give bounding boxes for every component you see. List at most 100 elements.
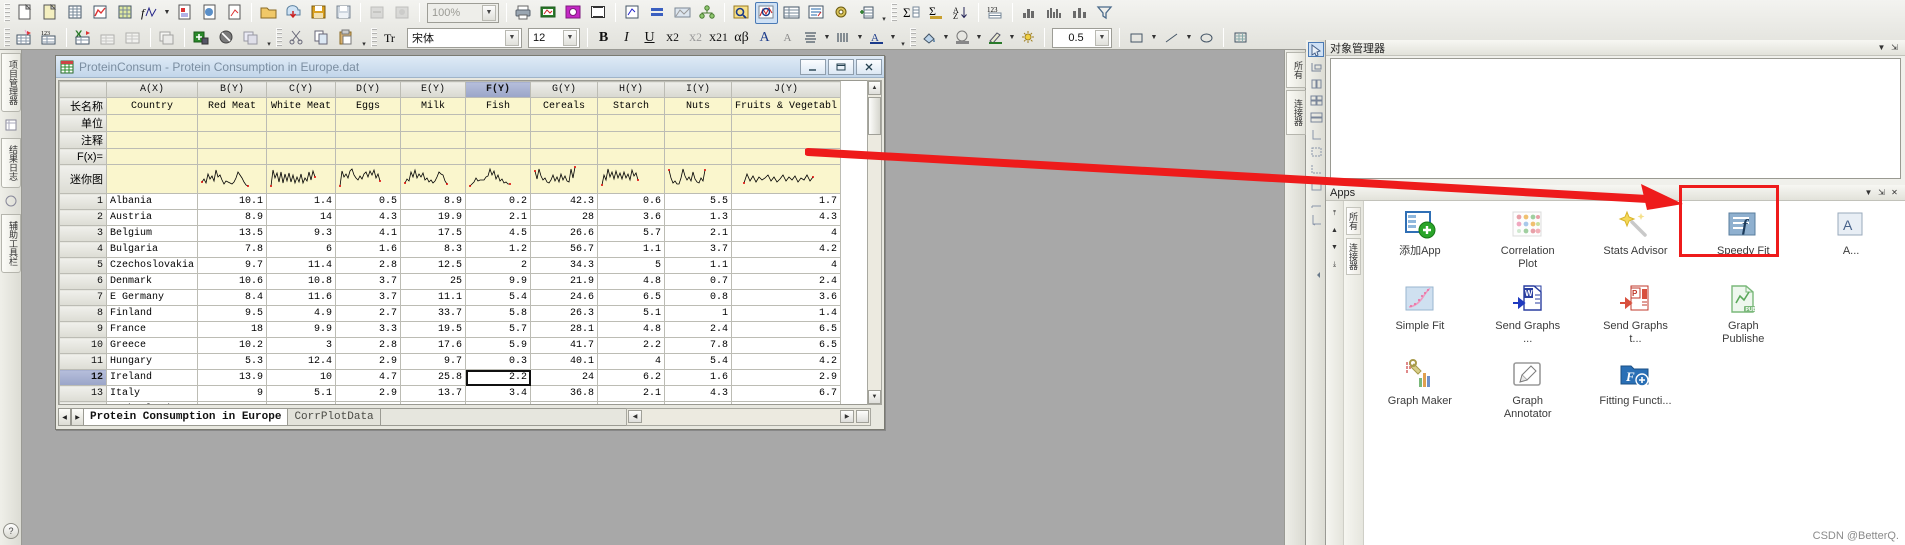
cell-c[interactable]: 11.4 [266, 257, 337, 274]
cell-j[interactable]: 1.7 [731, 193, 842, 210]
new-notes-icon[interactable] [173, 2, 196, 24]
cell-g[interactable]: 28.1 [530, 321, 599, 338]
cell-b[interactable]: 10.1 [197, 193, 268, 210]
column-header-a[interactable]: A(X) [105, 81, 199, 98]
cell-g[interactable]: 28 [530, 209, 599, 226]
cell-h[interactable]: 4 [597, 353, 666, 370]
cell-b[interactable]: 13.5 [197, 225, 268, 242]
cell-j[interactable]: 6.7 [731, 385, 842, 402]
pen-button[interactable] [985, 27, 1006, 48]
units-g[interactable] [530, 114, 599, 132]
grid-tool-icon[interactable] [1229, 27, 1252, 49]
cell-c[interactable]: 3 [266, 337, 337, 354]
row-header[interactable]: 4 [59, 241, 107, 258]
row-header[interactable]: 2 [59, 209, 107, 226]
cell-i[interactable]: 3.7 [664, 241, 733, 258]
pin-icon[interactable]: ⇲ [1888, 41, 1901, 54]
formula-g[interactable] [530, 148, 599, 165]
cell-h[interactable]: 5.7 [597, 225, 666, 242]
new-layout-icon[interactable] [223, 2, 246, 24]
cell-e[interactable]: 33.7 [400, 305, 467, 322]
add-layer-icon[interactable] [855, 2, 878, 24]
app-item-app[interactable]: 添加App [1366, 205, 1474, 280]
sum-icon[interactable]: Σ [900, 2, 923, 24]
data-reader-icon[interactable] [755, 1, 778, 24]
toolbar-overflow-icon[interactable]: ▾ [359, 27, 369, 48]
toolbar-overflow-icon[interactable]: ▾ [264, 27, 274, 48]
cell-f[interactable]: 3.4 [465, 385, 532, 402]
import-wizard-icon[interactable] [366, 2, 389, 24]
sidebar-item-aux-toolbar[interactable]: 辅助工具栏 [1, 214, 21, 273]
cell-g[interactable]: 41.7 [530, 337, 599, 354]
normalize-icon[interactable]: 123 [984, 2, 1007, 24]
long-name-e[interactable]: Milk [400, 97, 467, 115]
long-name-b[interactable]: Red Meat [197, 97, 268, 115]
extract-icon[interactable] [671, 2, 694, 24]
long-name-f[interactable]: Fish [465, 97, 532, 115]
cell-country[interactable]: E Germany [105, 289, 199, 306]
cell-f[interactable]: 5.9 [465, 337, 532, 354]
cell-d[interactable]: 2.8 [335, 257, 402, 274]
expand-strip-icon[interactable] [1308, 267, 1324, 282]
chevron-down-icon[interactable]: ▼ [1184, 28, 1194, 48]
insert-row-icon[interactable] [97, 27, 120, 49]
cell-e[interactable]: 17.6 [400, 337, 467, 354]
app-item-send-graphs-t[interactable]: P Send Graphs t... [1582, 280, 1690, 355]
layer-align-icon[interactable] [1308, 76, 1324, 91]
cell-i[interactable]: 2.1 [664, 225, 733, 242]
line-tool-icon[interactable] [1160, 27, 1183, 49]
cell-b[interactable]: 10.6 [197, 273, 268, 290]
column-header-f[interactable]: F(Y) [465, 81, 532, 98]
row-header[interactable]: 11 [59, 353, 107, 370]
formula-d[interactable] [335, 148, 402, 165]
units-h[interactable] [597, 114, 666, 132]
print-preview-icon[interactable] [537, 2, 560, 24]
chevron-down-icon[interactable]: ▼ [563, 29, 577, 46]
cell-d[interactable]: 0.5 [335, 193, 402, 210]
cell-country[interactable]: Finland [105, 305, 199, 322]
duplicate-icon[interactable] [240, 27, 263, 49]
restore-button[interactable] [828, 58, 854, 75]
cell-g[interactable]: 34.3 [530, 257, 599, 274]
cell-country[interactable]: Netherlands [105, 401, 199, 404]
cell-h[interactable]: 4.2 [597, 401, 666, 404]
sidebar-item-results-log[interactable]: 结果日志 [1, 138, 21, 188]
columns-button[interactable] [833, 27, 854, 48]
cell-j[interactable]: 3.7 [731, 401, 842, 404]
app-item-graph-annotator[interactable]: Graph Annotator [1474, 355, 1582, 430]
cell-b[interactable]: 18 [197, 321, 268, 338]
chevron-down-icon[interactable]: ▼ [974, 28, 984, 48]
help-icon[interactable]: ? [3, 523, 19, 539]
save-window-icon[interactable] [332, 2, 355, 24]
app-item-graph-publishe[interactable]: PUB Graph Publishe [1689, 280, 1797, 355]
cell-c[interactable]: 10.8 [266, 273, 337, 290]
open-project-icon[interactable] [38, 2, 61, 24]
font-name-combo[interactable]: 宋体 ▼ [407, 27, 522, 48]
underline-button[interactable]: U [639, 27, 660, 48]
cell-e[interactable]: 8.3 [400, 241, 467, 258]
toolbar-grip[interactable] [276, 28, 282, 47]
cell-i[interactable]: 0.7 [664, 273, 733, 290]
subscript-button[interactable]: x2 [685, 27, 706, 48]
cell-country[interactable]: Belgium [105, 225, 199, 242]
column-header-j[interactable]: J(Y) [731, 81, 842, 98]
cell-c[interactable]: 6 [266, 241, 337, 258]
toolbar-grip[interactable] [371, 28, 377, 47]
filter-icon[interactable] [1093, 2, 1116, 24]
scroll-right-icon[interactable]: ▶ [840, 410, 854, 423]
close-icon[interactable]: ✕ [1888, 186, 1901, 199]
cell-d[interactable]: 4.1 [335, 225, 402, 242]
cell-f[interactable]: 2.2 [465, 369, 532, 386]
table-icon[interactable] [122, 27, 145, 49]
row-header[interactable]: 6 [59, 273, 107, 290]
units-e[interactable] [400, 114, 467, 132]
row-header[interactable]: 5 [59, 257, 107, 274]
cut-icon[interactable] [285, 27, 308, 49]
bold-button[interactable]: B [593, 27, 614, 48]
circle-icon[interactable] [2, 192, 20, 210]
chevron-down-icon[interactable]: ▼ [941, 28, 951, 48]
cell-i[interactable]: 5.4 [664, 353, 733, 370]
fill-color-button[interactable] [919, 27, 940, 48]
cell-b[interactable]: 9.5 [197, 305, 268, 322]
frame-box-icon[interactable] [1308, 178, 1324, 193]
